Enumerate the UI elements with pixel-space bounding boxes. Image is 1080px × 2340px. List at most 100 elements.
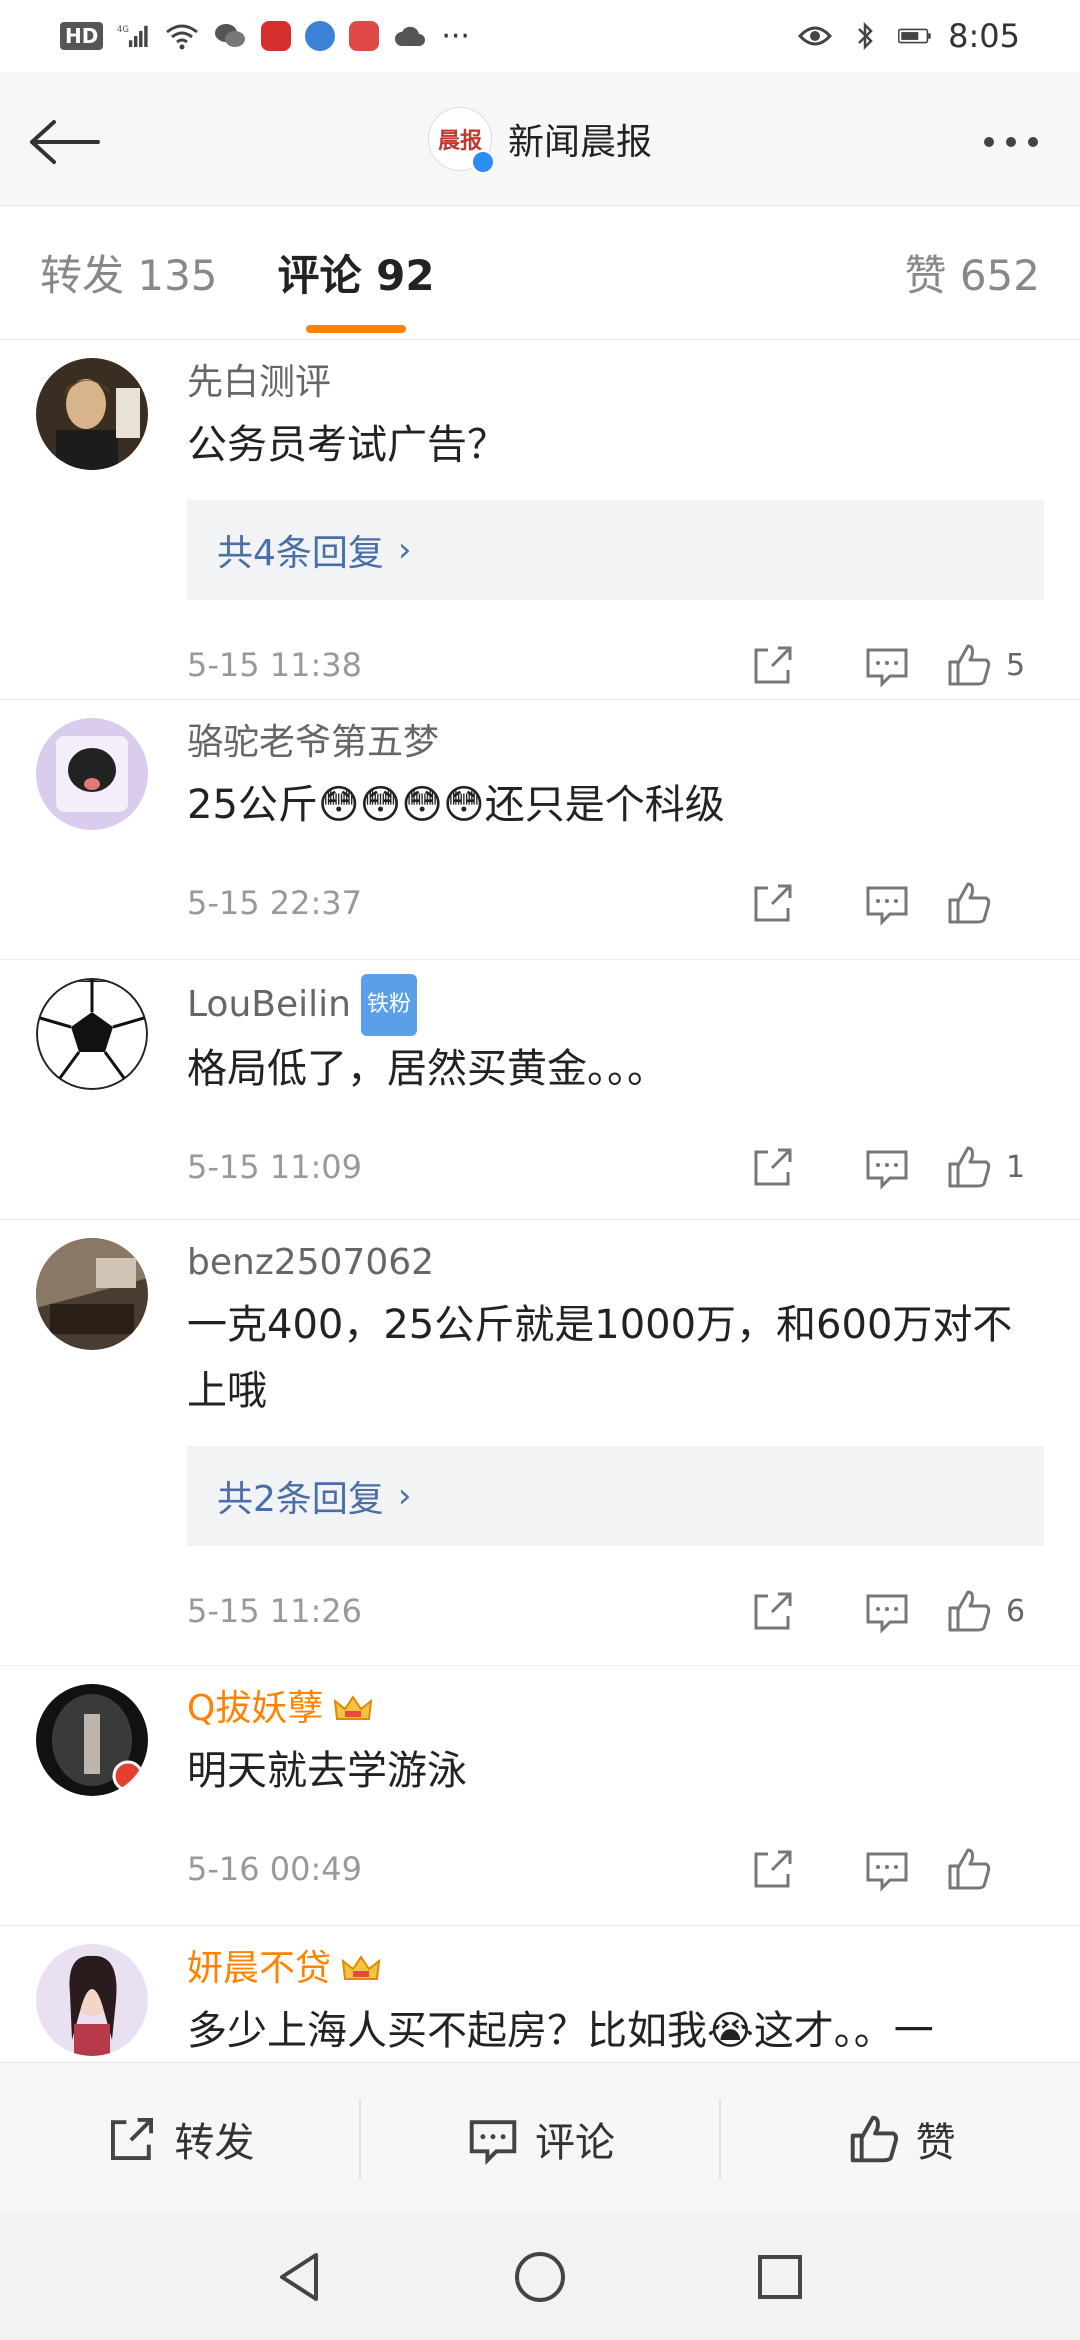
share-icon — [111, 2117, 154, 2160]
title-bar: 晨报 新闻晨报 — [0, 72, 1080, 206]
like-button[interactable]: 1 — [944, 1132, 1044, 1202]
reply-button[interactable] — [830, 630, 944, 700]
comment-item: 骆驼老爷第五梦 25公斤😳😳😳😳还只是个科级 5-15 22:37 — [0, 700, 1080, 960]
status-bar: HD 4G ··· 8:05 — [0, 0, 1080, 72]
more-options-button[interactable] — [966, 112, 1056, 172]
comment-item: Q拔妖孽 明天就去学游泳 5-16 00:49 — [0, 1666, 1080, 1926]
reply-button[interactable] — [830, 1834, 944, 1904]
more-notifications: ··· — [441, 18, 470, 54]
comment-meta: 5-15 22:37 — [187, 838, 1044, 968]
account-header[interactable]: 晨报 新闻晨报 — [427, 106, 652, 174]
crown-icon — [334, 1695, 373, 1720]
avatar[interactable] — [36, 1944, 148, 2056]
share-button[interactable] — [716, 1834, 830, 1904]
bottom-action-bar: 转发 评论 赞 — [0, 2062, 1080, 2214]
verified-icon — [470, 149, 495, 174]
share-icon — [754, 1592, 792, 1630]
avatar[interactable] — [36, 1238, 148, 1350]
chevron-right-icon: › — [397, 1476, 412, 1516]
comment-actions — [716, 1834, 1044, 1904]
thumbs-up-icon — [850, 2115, 898, 2162]
circle-home-icon — [515, 2252, 565, 2302]
comment-body: Q拔妖孽 明天就去学游泳 5-16 00:49 — [187, 1680, 1044, 1934]
nav-recents-button[interactable] — [740, 2237, 820, 2317]
page-title: 新闻晨报 — [507, 121, 652, 163]
avatar[interactable] — [36, 978, 148, 1090]
share-button[interactable] — [716, 1576, 830, 1646]
comment-body: benz2507062 一克400，25公斤就是1000万，和600万对不上哦 … — [187, 1234, 1044, 1676]
comment-username[interactable]: benz2507062 — [187, 1234, 1044, 1292]
thumbs-up-icon — [948, 1146, 991, 1188]
reply-button[interactable] — [830, 1576, 944, 1646]
app-icon-red — [261, 21, 292, 51]
username-text: 骆驼老爷第五梦 — [187, 722, 440, 763]
comment-button[interactable]: 评论 — [358, 2098, 720, 2179]
comment-username[interactable]: 妍晨不贷 — [187, 1940, 1044, 1998]
wechat-icon — [213, 21, 247, 51]
comment-item: benz2507062 一克400，25公斤就是1000万，和600万对不上哦 … — [0, 1220, 1080, 1666]
svg-text:4G: 4G — [117, 25, 129, 35]
like-button[interactable]: 5 — [944, 630, 1044, 700]
share-button[interactable] — [716, 868, 830, 938]
reply-button[interactable] — [830, 868, 944, 938]
comment-body: 妍晨不贷 多少上海人买不起房？比如我😭这才。。一 — [187, 1940, 1044, 2062]
comment-item: LouBeilin 铁粉 格局低了，居然买黄金。。。 5-15 11:09 1 — [0, 960, 1080, 1220]
thumbs-up-icon — [948, 1848, 991, 1890]
comment-time: 5-15 11:26 — [187, 1592, 363, 1630]
comment-time: 5-15 11:38 — [187, 646, 363, 684]
share-button[interactable] — [716, 1132, 830, 1202]
comment-text: 明天就去学游泳 — [187, 1748, 467, 1794]
like-count: 6 — [1006, 1593, 1026, 1629]
repost-button[interactable]: 转发 — [0, 2099, 359, 2179]
username-text: Q拔妖孽 — [187, 1688, 324, 1729]
avatar[interactable] — [36, 358, 148, 470]
app-icon-blue — [305, 21, 336, 51]
avatar[interactable] — [36, 718, 148, 830]
share-button[interactable] — [716, 630, 830, 700]
tab-likes[interactable]: 赞 652 — [904, 230, 1040, 315]
status-right: 8:05 — [798, 17, 1020, 55]
view-replies-link[interactable]: 共2条回复 › — [187, 1446, 1044, 1546]
comment-body: 骆驼老爷第五梦 25公斤😳😳😳😳还只是个科级 5-15 22:37 — [187, 714, 1044, 968]
thumbs-up-icon — [948, 644, 991, 686]
view-replies-link[interactable]: 共4条回复 › — [187, 500, 1044, 600]
square-recents-icon — [758, 2255, 802, 2299]
replies-label: 共2条回复 — [217, 1479, 384, 1520]
comment-username[interactable]: 骆驼老爷第五梦 — [187, 714, 1044, 772]
reply-button[interactable] — [830, 1132, 944, 1202]
share-icon — [754, 646, 792, 684]
nav-home-button[interactable] — [500, 2237, 580, 2317]
comment-body: 先白测评 公务员考试广告？ 共4条回复 › 5-15 11:38 5 — [187, 354, 1044, 730]
tab-repost[interactable]: 转发 135 — [40, 230, 218, 315]
comment-meta: 5-15 11:26 6 — [187, 1546, 1044, 1676]
username-text: benz2507062 — [187, 1242, 435, 1283]
account-logo-text: 晨报 — [437, 128, 482, 154]
comment-actions — [716, 868, 1044, 938]
cloud-icon — [393, 21, 427, 51]
comment-list[interactable]: 先白测评 公务员考试广告？ 共4条回复 › 5-15 11:38 5 骆驼老爷第五… — [0, 340, 1080, 2062]
username-text: LouBeilin — [187, 984, 351, 1025]
share-icon — [754, 884, 792, 922]
nav-back-button[interactable] — [260, 2237, 340, 2317]
more-dot-icon — [1028, 137, 1038, 147]
like-button[interactable]: 6 — [944, 1576, 1044, 1646]
thumbs-up-icon — [948, 1590, 991, 1632]
comment-time: 5-16 00:49 — [187, 1850, 363, 1888]
comment-text: 多少上海人买不起房？比如我😭这才。。一 — [187, 2008, 934, 2054]
tab-comments[interactable]: 评论 92 — [278, 230, 435, 315]
comment-text: 公务员考试广告？ — [187, 422, 507, 468]
comment-username[interactable]: Q拔妖孽 — [187, 1680, 1044, 1738]
comment-actions: 1 — [716, 1132, 1044, 1202]
comment-username[interactable]: LouBeilin 铁粉 — [187, 974, 1044, 1036]
like-post-button[interactable]: 赞 — [719, 2098, 1080, 2179]
comment-text: 25公斤😳😳😳😳还只是个科级 — [187, 782, 725, 828]
tab-bar: 转发 135 评论 92 赞 652 — [0, 206, 1080, 340]
like-button[interactable] — [944, 1834, 1044, 1904]
comment-label: 评论 — [535, 2119, 615, 2166]
like-button[interactable] — [944, 868, 1044, 938]
wifi-icon — [165, 21, 199, 51]
avatar[interactable] — [36, 1684, 148, 1796]
back-button[interactable] — [24, 102, 104, 182]
comment-username[interactable]: 先白测评 — [187, 354, 1044, 412]
system-nav-bar — [0, 2214, 1080, 2340]
